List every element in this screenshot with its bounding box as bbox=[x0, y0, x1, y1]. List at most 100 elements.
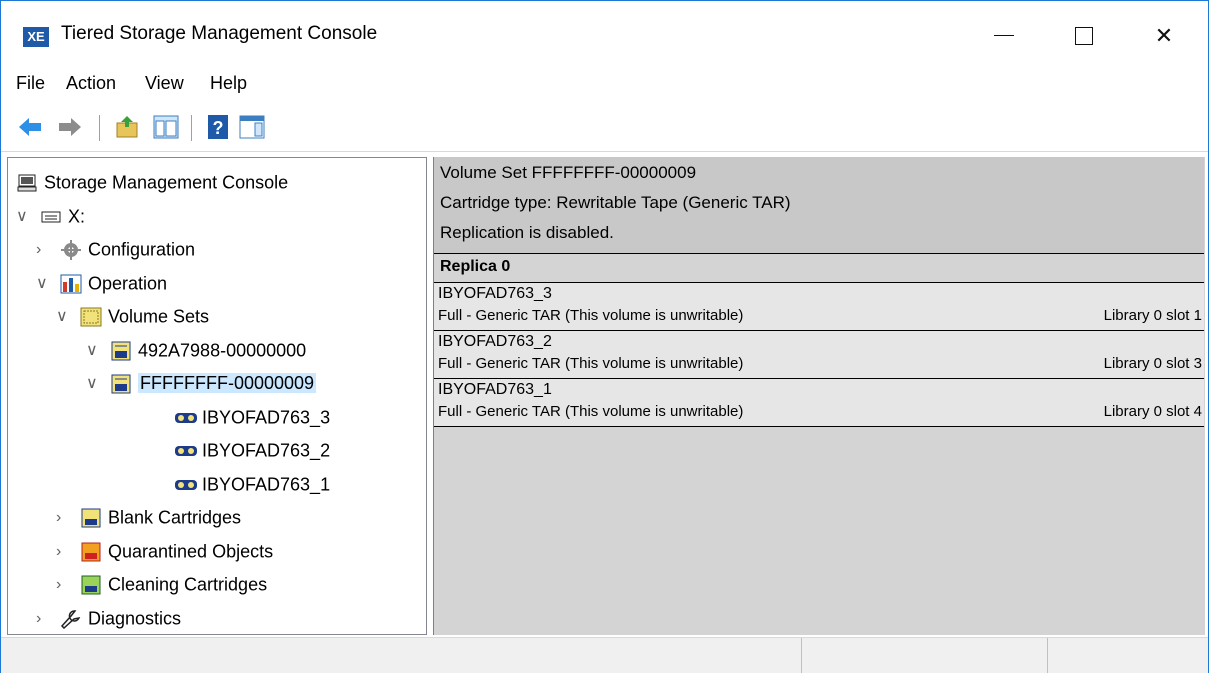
cartridge-type: Cartridge type: Rewritable Tape (Generic… bbox=[440, 193, 791, 212]
action-pane-icon bbox=[239, 115, 265, 139]
title-bar: XE Tiered Storage Management Console ✕ bbox=[1, 1, 1208, 69]
tree-item[interactable]: › Diagnostics bbox=[36, 602, 181, 632]
gear-icon bbox=[60, 239, 82, 261]
volume-set-title: Volume Set FFFFFFFF-00000009 bbox=[440, 163, 697, 182]
tree-item[interactable]: Storage Management Console bbox=[16, 166, 288, 196]
drive-icon bbox=[40, 206, 62, 226]
action-pane-button[interactable] bbox=[239, 113, 265, 141]
collapse-chevron-icon[interactable]: ∨ bbox=[86, 336, 110, 366]
menu-bar: File Action View Help bbox=[1, 69, 1208, 99]
menu-help[interactable]: Help bbox=[210, 73, 247, 94]
volume-name: IBYOFAD763_1 bbox=[438, 381, 552, 398]
minimize-icon bbox=[994, 35, 1014, 36]
minimize-button[interactable] bbox=[981, 15, 1027, 57]
volume-row[interactable]: IBYOFAD763_3 Full - Generic TAR (This vo… bbox=[434, 283, 1204, 331]
back-button[interactable] bbox=[17, 113, 43, 141]
volume-description: Full - Generic TAR (This volume is unwri… bbox=[438, 355, 744, 372]
volume-description: Full - Generic TAR (This volume is unwri… bbox=[438, 403, 744, 420]
computer-icon bbox=[16, 172, 38, 192]
menu-view[interactable]: View bbox=[145, 73, 184, 94]
tree-item-label: IBYOFAD763_2 bbox=[202, 440, 331, 461]
status-bar bbox=[1, 637, 1208, 673]
show-hide-tree-button[interactable] bbox=[153, 113, 179, 141]
collapse-chevron-icon[interactable]: ∨ bbox=[16, 202, 40, 232]
tree-item-label: Volume Sets bbox=[108, 306, 210, 327]
help-button[interactable]: ? bbox=[205, 113, 231, 141]
collapse-chevron-icon[interactable]: ∨ bbox=[86, 369, 110, 399]
replication-status: Replication is disabled. bbox=[440, 223, 614, 242]
tree-pane: Storage Management Console ∨ X: › Configurat… bbox=[7, 157, 427, 635]
volume-sets-icon bbox=[80, 306, 102, 327]
expand-chevron-icon[interactable]: › bbox=[56, 503, 80, 533]
expand-chevron-icon[interactable]: › bbox=[36, 235, 60, 265]
volume-row[interactable]: IBYOFAD763_2 Full - Generic TAR (This vo… bbox=[434, 331, 1204, 379]
tree-item-label: Blank Cartridges bbox=[108, 507, 242, 528]
tree-item[interactable]: › Configuration bbox=[36, 233, 195, 263]
tree-item[interactable]: ∨ 492A7988-00000000 bbox=[86, 334, 306, 364]
tree-item-label: Operation bbox=[88, 272, 168, 293]
svg-text:?: ? bbox=[213, 118, 224, 138]
expand-chevron-icon[interactable]: › bbox=[36, 604, 60, 634]
cleaning-icon bbox=[80, 574, 102, 595]
tape-icon bbox=[174, 407, 197, 427]
volume-slot: Library 0 slot 3 bbox=[1103, 355, 1202, 372]
tree-item[interactable]: IBYOFAD763_3 bbox=[174, 401, 330, 431]
expand-chevron-icon[interactable]: › bbox=[56, 537, 80, 567]
volume-row[interactable]: IBYOFAD763_1 Full - Generic TAR (This vo… bbox=[434, 379, 1204, 427]
tree-item-label: Storage Management Console bbox=[44, 172, 289, 193]
tree-item-label: IBYOFAD763_1 bbox=[202, 473, 331, 494]
tree-item[interactable]: ∨ Volume Sets bbox=[56, 300, 209, 330]
up-folder-icon bbox=[116, 116, 138, 138]
volume-set-icon bbox=[110, 340, 132, 361]
tree-item[interactable]: › Cleaning Cartridges bbox=[56, 568, 267, 598]
volume-slot: Library 0 slot 4 bbox=[1103, 403, 1202, 420]
tree-item-label: IBYOFAD763_3 bbox=[202, 406, 331, 427]
tree-item[interactable]: ∨ FFFFFFFF-00000009 bbox=[86, 367, 317, 399]
menu-action[interactable]: Action bbox=[66, 73, 116, 94]
tree-item[interactable]: IBYOFAD763_2 bbox=[174, 434, 330, 464]
tree-item-label: 492A7988-00000000 bbox=[138, 339, 307, 360]
menu-file[interactable]: File bbox=[16, 73, 45, 94]
close-button[interactable]: ✕ bbox=[1141, 15, 1187, 57]
tree-item-label: Quarantined Objects bbox=[108, 540, 274, 561]
tree-item[interactable]: ∨ Operation bbox=[36, 267, 167, 297]
help-icon: ? bbox=[208, 115, 228, 139]
tree-item-label: Cleaning Cartridges bbox=[108, 574, 268, 595]
forward-button[interactable] bbox=[57, 113, 83, 141]
blank-cartridges-icon bbox=[80, 507, 102, 528]
volume-set-icon bbox=[110, 373, 132, 394]
volume-name: IBYOFAD763_3 bbox=[438, 285, 552, 302]
show-hide-tree-icon bbox=[153, 115, 179, 139]
close-icon: ✕ bbox=[1154, 23, 1174, 48]
tree-item-label: FFFFFFFF-00000009 bbox=[138, 373, 317, 394]
tape-icon bbox=[174, 440, 197, 460]
tape-icon bbox=[174, 474, 197, 494]
volume-set-header: Volume Set FFFFFFFF-00000009 Cartridge t… bbox=[434, 157, 1204, 253]
tree-item[interactable]: › Quarantined Objects bbox=[56, 535, 273, 565]
tree-item-label: X: bbox=[68, 205, 86, 226]
volume-slot: Library 0 slot 1 bbox=[1103, 307, 1202, 324]
maximize-button[interactable] bbox=[1061, 15, 1107, 57]
main-window: XE Tiered Storage Management Console ✕ F… bbox=[0, 0, 1209, 673]
up-one-level-button[interactable] bbox=[115, 113, 141, 141]
replica-header: Replica 0 bbox=[434, 253, 1204, 283]
tree-item-label: Diagnostics bbox=[88, 607, 182, 628]
wrench-icon bbox=[60, 608, 82, 629]
volume-description: Full - Generic TAR (This volume is unwri… bbox=[438, 307, 744, 324]
result-pane: Volume Set FFFFFFFF-00000009 Cartridge t… bbox=[433, 157, 1205, 635]
maximize-icon bbox=[1075, 27, 1093, 45]
tree-item[interactable]: IBYOFAD763_1 bbox=[174, 468, 330, 498]
tree-item[interactable]: ∨ X: bbox=[16, 200, 85, 230]
toolbar: ? bbox=[1, 103, 1208, 152]
window-title: Tiered Storage Management Console bbox=[61, 23, 378, 44]
app-icon: XE bbox=[23, 27, 49, 47]
tree-item[interactable]: › Blank Cartridges bbox=[56, 501, 241, 531]
collapse-chevron-icon[interactable]: ∨ bbox=[36, 269, 60, 299]
operation-icon bbox=[60, 273, 82, 294]
quarantined-icon bbox=[80, 541, 102, 562]
tree-item-label: Configuration bbox=[88, 239, 196, 260]
back-arrow-icon bbox=[19, 118, 41, 136]
collapse-chevron-icon[interactable]: ∨ bbox=[56, 302, 80, 332]
replica-title: Replica 0 bbox=[440, 258, 511, 275]
expand-chevron-icon[interactable]: › bbox=[56, 570, 80, 600]
